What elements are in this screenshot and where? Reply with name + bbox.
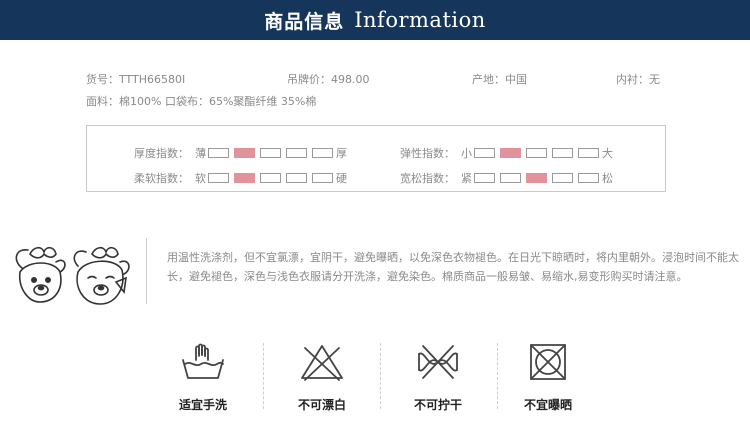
care-divider <box>263 343 264 409</box>
spec-label: 宽松指数： <box>400 172 455 185</box>
spec-index-box: 厚度指数： 薄 厚 弹性指数： 小 大 柔软指数： 软 硬 宽松指数： 紧 松 <box>86 125 666 192</box>
fabric: 面料：棉100% 口袋布：65%聚酯纤维 35%棉 <box>86 95 317 108</box>
spec-cell <box>208 173 229 183</box>
spec-cell <box>474 148 495 158</box>
spec-softness: 柔软指数： 软 硬 <box>134 171 349 185</box>
spec-thickness: 厚度指数： 薄 厚 <box>134 146 349 160</box>
no-tumble-dry-icon <box>530 344 566 380</box>
spec-high: 松 <box>602 172 613 185</box>
no-bleach-icon <box>301 345 343 381</box>
spec-scale <box>208 173 334 183</box>
care-divider <box>380 343 381 409</box>
care-label: 适宜手洗 <box>178 398 227 412</box>
care-no-sun: 不宜曝晒 <box>493 342 603 416</box>
spec-cell <box>552 173 573 183</box>
spec-fit: 宽松指数： 紧 松 <box>400 171 615 185</box>
spec-cell <box>208 148 229 158</box>
spec-low: 紧 <box>461 172 472 185</box>
spec-cell <box>312 148 333 158</box>
item-number: 货号：TTTH66580I <box>86 73 186 86</box>
header-title-en: Information <box>354 8 486 32</box>
header-title-cn: 商品信息 <box>264 10 345 33</box>
care-no-wring: 不可拧干 <box>383 342 493 416</box>
spec-cell <box>526 148 547 158</box>
spec-label: 厚度指数： <box>134 147 189 160</box>
spec-cell <box>474 173 495 183</box>
spec-cell <box>286 173 307 183</box>
description-divider <box>146 238 147 304</box>
spec-high: 厚 <box>336 147 347 160</box>
spec-cell <box>500 173 521 183</box>
spec-cell <box>286 148 307 158</box>
mascot-illustration <box>15 246 130 305</box>
spec-cell <box>260 148 281 158</box>
spec-label: 弹性指数： <box>400 147 455 160</box>
spec-elasticity: 弹性指数： 小 大 <box>400 146 615 160</box>
spec-cell <box>260 173 281 183</box>
no-wring-icon <box>418 345 458 379</box>
spec-high: 硬 <box>336 172 347 185</box>
spec-cell <box>312 173 333 183</box>
spec-label: 柔软指数： <box>134 172 189 185</box>
care-description: 用温性洗涤剂，但不宜氯漂，宜阴干，避免曝晒，以免深色衣物褪色。在日光下晾晒时，将… <box>167 251 739 283</box>
spec-cell-active <box>234 148 255 158</box>
spec-low: 软 <box>195 172 206 185</box>
spec-scale <box>208 148 334 158</box>
spec-low: 薄 <box>195 147 206 160</box>
tag-price: 吊牌价：498.00 <box>287 73 370 86</box>
spec-cell-active <box>500 148 521 158</box>
care-label: 不可拧干 <box>413 398 462 412</box>
spec-low: 小 <box>461 147 472 160</box>
care-label: 不宜曝晒 <box>523 398 572 412</box>
spec-cell <box>578 148 599 158</box>
care-no-bleach: 不可漂白 <box>267 342 377 416</box>
lining: 内衬：无 <box>616 73 660 86</box>
spec-scale <box>474 173 600 183</box>
origin: 产地：中国 <box>472 73 527 86</box>
care-label: 不可漂白 <box>297 398 346 412</box>
spec-high: 大 <box>602 147 613 160</box>
spec-cell <box>552 148 573 158</box>
spec-scale <box>474 148 600 158</box>
spec-cell <box>578 173 599 183</box>
hand-wash-icon <box>182 343 224 379</box>
spec-cell-active <box>234 173 255 183</box>
info-header: 商品信息 Information <box>0 0 750 40</box>
care-hand-wash: 适宜手洗 <box>148 342 258 416</box>
spec-cell-active <box>526 173 547 183</box>
